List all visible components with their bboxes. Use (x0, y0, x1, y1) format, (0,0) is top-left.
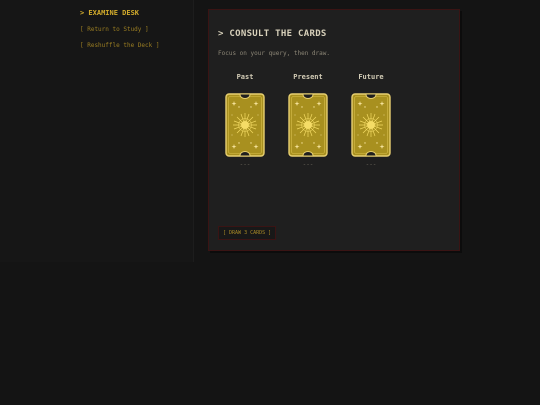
slot-value: --- (239, 161, 251, 168)
card-back-sun-icon[interactable] (351, 93, 391, 157)
card-slot-past: Past --- (223, 73, 267, 168)
card-slot-present: Present --- (286, 73, 330, 168)
slot-label: Past (236, 73, 254, 81)
slot-value: --- (365, 161, 377, 168)
sidebar: > EXAMINE DESK [ Return to Study ] [ Res… (0, 0, 194, 262)
consult-cards-panel: > CONSULT THE CARDS Focus on your query,… (208, 9, 460, 251)
reshuffle-deck-link[interactable]: [ Reshuffle the Deck ] (80, 42, 159, 49)
card-back-sun-icon[interactable] (288, 93, 328, 157)
panel-title: > CONSULT THE CARDS (218, 29, 327, 39)
card-back-sun-icon[interactable] (225, 93, 265, 157)
panel-subtitle: Focus on your query, then draw. (218, 50, 330, 57)
return-to-study-link[interactable]: [ Return to Study ] (80, 26, 149, 33)
slot-value: --- (302, 161, 314, 168)
slot-label: Future (358, 73, 384, 81)
slot-label: Present (293, 73, 323, 81)
draw-cards-button[interactable]: [ DRAW 3 CARDS ] (218, 226, 277, 240)
sidebar-heading: > EXAMINE DESK (80, 9, 140, 17)
card-slot-future: Future --- (349, 73, 393, 168)
